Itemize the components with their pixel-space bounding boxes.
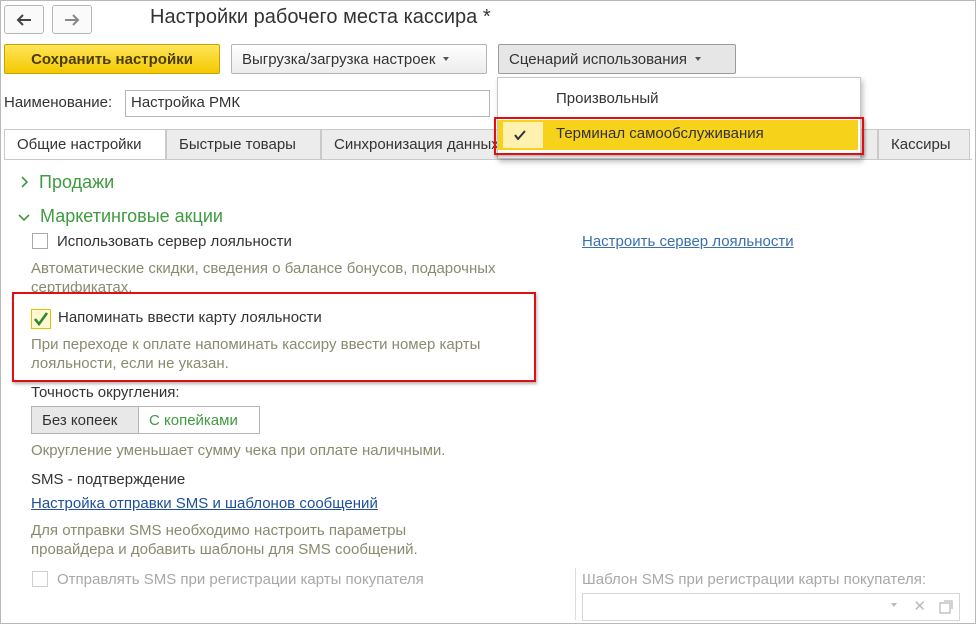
name-input[interactable]: Настройка РМК [125, 90, 490, 117]
configure-loyalty-server-link[interactable]: Настроить сервер лояльности [582, 233, 794, 250]
chevron-down-icon[interactable] [891, 603, 897, 607]
back-button[interactable] [4, 5, 44, 34]
name-label: Наименование: [4, 94, 113, 111]
export-import-button[interactable]: Выгрузка/загрузка настроек [231, 44, 487, 74]
sms-template-field[interactable]: ✕ [582, 593, 960, 621]
tab-general-settings[interactable]: Общие настройки [4, 129, 166, 160]
arrow-right-icon [65, 13, 80, 26]
save-settings-button[interactable]: Сохранить настройки [4, 44, 220, 74]
menu-item-arbitrary[interactable]: Произвольный [498, 85, 858, 115]
section-marketing[interactable]: Маркетинговые акции [18, 206, 223, 227]
sms-hint-2: провайдера и добавить шаблоны для SMS со… [31, 541, 418, 558]
rounding-no-kopecks[interactable]: Без копеек [31, 406, 139, 434]
sms-template-label: Шаблон SMS при регистрации карты покупат… [582, 571, 926, 588]
section-marketing-label: Маркетинговые акции [40, 206, 223, 226]
page-title: Настройки рабочего места кассира * [150, 6, 491, 28]
sms-hint-1: Для отправки SMS необходимо настроить па… [31, 522, 407, 539]
tab-quick-products[interactable]: Быстрые товары [166, 129, 321, 159]
arrow-left-icon [16, 13, 31, 26]
sms-header: SMS - подтверждение [31, 471, 186, 488]
chevron-down-icon [695, 57, 702, 61]
menu-item-arbitrary-label: Произвольный [556, 90, 659, 107]
section-sales-label: Продажи [39, 172, 115, 192]
chevron-right-icon [20, 175, 29, 191]
loyalty-server-hint-1: Автоматические скидки, сведения о баланс… [31, 260, 496, 277]
rounding-hint: Округление уменьшает сумму чека при опла… [31, 442, 446, 459]
forward-button[interactable] [52, 5, 92, 34]
highlight-frame [12, 292, 536, 382]
loyalty-server-label: Использовать сервер лояльности [57, 233, 292, 250]
export-import-label: Выгрузка/загрузка настроек [242, 50, 436, 68]
send-sms-label: Отправлять SMS при регистрации карты пок… [57, 571, 424, 588]
highlight-frame [494, 117, 864, 155]
usage-scenario-label: Сценарий использования [509, 50, 688, 68]
clear-icon[interactable]: ✕ [913, 597, 926, 615]
chevron-down-icon [443, 57, 450, 61]
send-sms-checkbox[interactable] [32, 571, 48, 587]
open-icon[interactable] [939, 600, 953, 614]
sms-settings-link[interactable]: Настройка отправки SMS и шаблонов сообще… [31, 495, 378, 512]
tab-cashiers[interactable]: Кассиры [878, 129, 970, 159]
chevron-down-icon [18, 209, 30, 225]
tab-divider [4, 159, 972, 160]
tab-data-sync[interactable]: Синхронизация данных [321, 129, 501, 159]
loyalty-server-hint-2: сертификатах. [31, 279, 133, 292]
vertical-divider [575, 568, 576, 620]
rounding-with-kopecks[interactable]: С копейками [138, 406, 260, 434]
section-sales[interactable]: Продажи [20, 172, 114, 193]
usage-scenario-button[interactable]: Сценарий использования [498, 44, 736, 74]
rounding-label: Точность округления: [31, 384, 180, 401]
loyalty-server-checkbox[interactable] [32, 233, 48, 249]
